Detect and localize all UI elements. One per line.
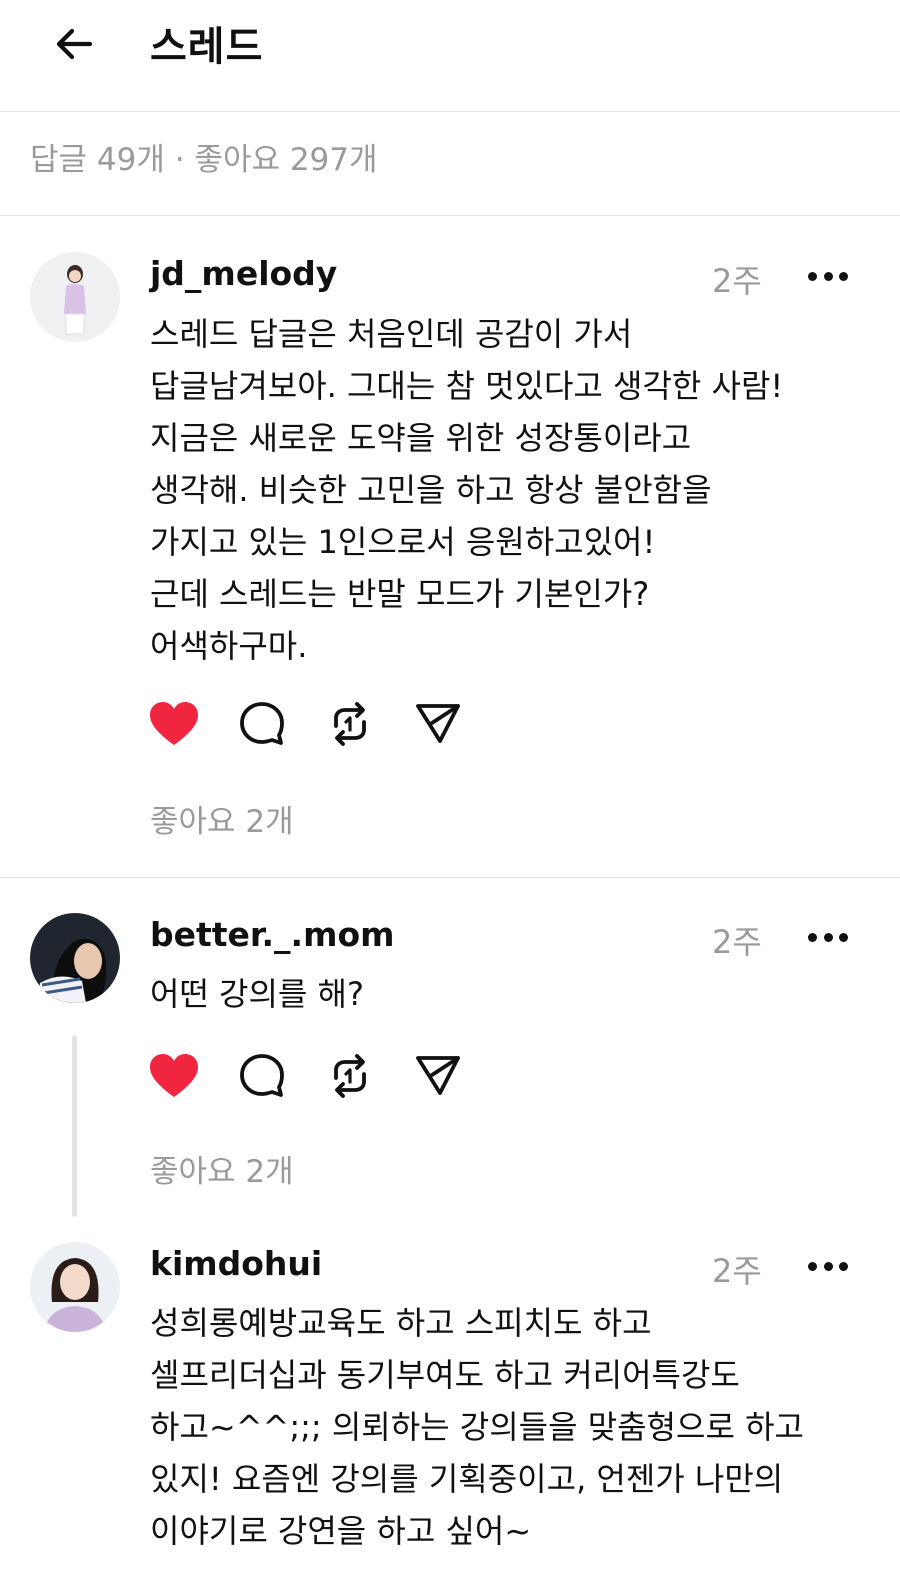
more-options-button[interactable] bbox=[808, 931, 848, 943]
heart-icon bbox=[150, 1054, 198, 1097]
divider bbox=[0, 877, 900, 878]
comment-line: 어떤 강의를 해? bbox=[150, 975, 364, 1013]
repost-button[interactable] bbox=[324, 1050, 376, 1102]
avatar[interactable] bbox=[30, 1242, 120, 1332]
comment-line: 어색하구마. bbox=[150, 627, 308, 665]
repost-icon bbox=[334, 1054, 366, 1098]
heart-icon bbox=[150, 702, 198, 745]
comment-line: 가지고 있는 1인으로서 응원하고있어! bbox=[150, 523, 656, 561]
like-button[interactable] bbox=[148, 698, 200, 750]
avatar[interactable] bbox=[30, 913, 120, 1003]
comment-line: 스레드 답글은 처음인데 공감이 가서 bbox=[150, 315, 633, 353]
comment-text: 어떤 강의를 해? bbox=[150, 968, 870, 1020]
send-icon bbox=[416, 704, 460, 743]
repost-icon bbox=[334, 702, 366, 746]
comment-line: 하고~^^;;; 의뢰하는 강의들을 맞춤형으로 하고 bbox=[150, 1408, 804, 1446]
comment-line: 셀프리더십과 동기부여도 하고 커리어특강도 bbox=[150, 1356, 740, 1394]
reply-button[interactable] bbox=[236, 698, 288, 750]
back-button[interactable] bbox=[48, 18, 100, 70]
comment-username[interactable]: jd_melody bbox=[150, 254, 337, 293]
top-bar: 스레드 bbox=[0, 0, 900, 112]
avatar[interactable] bbox=[30, 252, 120, 342]
more-dot bbox=[808, 932, 817, 942]
like-button[interactable] bbox=[148, 1050, 200, 1102]
comment-line: 있지! 요즘엔 강의를 기획중이고, 언젠가 나만의 bbox=[150, 1460, 784, 1498]
more-dot bbox=[839, 1261, 848, 1271]
more-options-button[interactable] bbox=[808, 1260, 848, 1272]
divider bbox=[0, 215, 900, 216]
share-button[interactable] bbox=[412, 1050, 464, 1102]
page-title: 스레드 bbox=[150, 24, 264, 70]
more-dot bbox=[823, 932, 833, 942]
repost-button[interactable] bbox=[324, 698, 376, 750]
more-dot bbox=[808, 1261, 817, 1271]
more-dot bbox=[839, 932, 848, 942]
thread-connector-line bbox=[72, 1035, 77, 1217]
comment-line: 이야기로 강연을 하고 싶어~ bbox=[150, 1512, 532, 1550]
comment-username[interactable]: better._.mom bbox=[150, 915, 395, 954]
comment-text: 스레드 답글은 처음인데 공감이 가서 답글남겨보아. 그대는 참 멋있다고 생… bbox=[150, 308, 870, 672]
arrow-left-icon bbox=[56, 28, 93, 60]
avatar-image bbox=[30, 1242, 120, 1332]
comment-time: 2주 bbox=[712, 262, 762, 300]
thread-stats: 답글 49개 · 좋아요 297개 bbox=[30, 142, 378, 178]
comment-line: 지금은 새로운 도약을 위한 성장통이라고 bbox=[150, 419, 692, 457]
comment-icon bbox=[240, 1054, 284, 1097]
more-dot bbox=[823, 1261, 833, 1271]
comment-time: 2주 bbox=[712, 923, 762, 961]
more-dot bbox=[823, 271, 833, 281]
reply-button[interactable] bbox=[236, 1050, 288, 1102]
like-count[interactable]: 좋아요 2개 bbox=[150, 796, 294, 841]
more-options-button[interactable] bbox=[808, 270, 848, 282]
comment-icon bbox=[240, 702, 284, 745]
share-button[interactable] bbox=[412, 698, 464, 750]
more-dot bbox=[808, 271, 817, 281]
comment-text: 성희롱예방교육도 하고 스피치도 하고 셀프리더십과 동기부여도 하고 커리어특… bbox=[150, 1297, 870, 1557]
comment-time: 2주 bbox=[712, 1252, 762, 1290]
avatar-image bbox=[30, 252, 120, 342]
comment-line: 근데 스레드는 반말 모드가 기본인가? bbox=[150, 575, 650, 613]
comment-line: 답글남겨보아. 그대는 참 멋있다고 생각한 사람! bbox=[150, 367, 784, 405]
comment-line: 성희롱예방교육도 하고 스피치도 하고 bbox=[150, 1304, 652, 1342]
avatar-image bbox=[30, 913, 120, 1003]
like-count[interactable]: 좋아요 2개 bbox=[150, 1146, 294, 1191]
send-icon bbox=[416, 1056, 460, 1095]
more-dot bbox=[839, 271, 848, 281]
comment-username[interactable]: kimdohui bbox=[150, 1244, 322, 1283]
comment-line: 생각해. 비슷한 고민을 하고 항상 불안함을 bbox=[150, 471, 712, 509]
